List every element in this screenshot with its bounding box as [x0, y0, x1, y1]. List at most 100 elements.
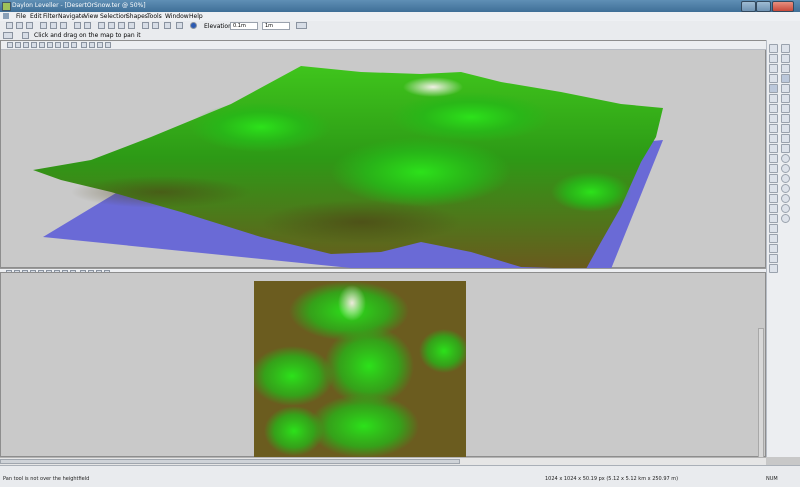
tool-dot5-icon[interactable]: [781, 194, 790, 203]
tool-plateau-icon[interactable]: [781, 144, 790, 153]
tool-smooth-icon[interactable]: [769, 114, 778, 123]
tool-rotate-icon[interactable]: [781, 114, 790, 123]
tool-sliders-icon[interactable]: [769, 244, 778, 253]
tool-rect-icon[interactable]: [781, 84, 790, 93]
app-icon: [2, 2, 11, 11]
heightfield-map[interactable]: [254, 281, 466, 459]
status-num: NUM: [766, 476, 778, 482]
open-folder-icon[interactable]: [16, 22, 23, 29]
tool-hex-icon[interactable]: [769, 204, 778, 213]
tool-arrow-icon[interactable]: [769, 44, 778, 53]
palette-icon[interactable]: [176, 22, 183, 29]
tool-crater-icon[interactable]: [769, 124, 778, 133]
tool-road-icon[interactable]: [781, 134, 790, 143]
tool-dot7-icon[interactable]: [781, 214, 790, 223]
tool-eyedropper-icon[interactable]: [769, 64, 778, 73]
menu-bar: File Edit Filter Navigate View Selection…: [0, 12, 800, 21]
status-message: Pan tool is not over the heightfield: [3, 476, 90, 482]
ridge-south: [309, 394, 419, 458]
zoom-out-icon[interactable]: [118, 22, 125, 29]
shadow-2: [71, 176, 251, 208]
menu-file[interactable]: File: [16, 13, 26, 20]
hill-ridge: [391, 92, 551, 142]
menu-window[interactable]: Window: [165, 13, 189, 20]
heightfield-view[interactable]: [0, 272, 766, 459]
camera-icon[interactable]: [164, 22, 171, 29]
tool-brush-icon[interactable]: [769, 94, 778, 103]
perspective-view[interactable]: [0, 40, 767, 268]
grid-icon[interactable]: [142, 22, 149, 29]
save-icon[interactable]: [26, 22, 33, 29]
tool-grid-icon[interactable]: [769, 224, 778, 233]
menu-shapes[interactable]: Shapes: [126, 13, 148, 20]
menu-app-icon[interactable]: [3, 13, 9, 19]
snow-peak: [403, 77, 463, 97]
tool-scissors-icon[interactable]: [781, 64, 790, 73]
close-button[interactable]: [772, 1, 794, 12]
tool-warp-icon[interactable]: [769, 214, 778, 223]
undo-icon[interactable]: [74, 22, 81, 29]
tool-stamp-icon[interactable]: [769, 234, 778, 243]
tool-hand-icon[interactable]: [781, 74, 790, 83]
tool-lasso-icon[interactable]: [781, 44, 790, 53]
tool-river-icon[interactable]: [769, 144, 778, 153]
window-title: Daylon Leveller - [DesertOrSnow.ter @ 50…: [12, 2, 146, 9]
menu-filter[interactable]: Filter: [43, 13, 58, 20]
info-icon[interactable]: [190, 22, 197, 29]
snow-patch: [338, 285, 366, 321]
tool-mountain-icon[interactable]: [769, 54, 778, 63]
tool-grid2-icon[interactable]: [769, 264, 778, 273]
tool-dot2-icon[interactable]: [781, 164, 790, 173]
maximize-button[interactable]: [756, 1, 771, 12]
apply-elevation-icon[interactable]: [296, 22, 307, 29]
layers-icon[interactable]: [152, 22, 159, 29]
horizontal-scroll-thumb[interactable]: [0, 459, 460, 464]
hill-right: [551, 172, 631, 212]
zoom-in-icon[interactable]: [108, 22, 115, 29]
tool-dot4-icon[interactable]: [781, 184, 790, 193]
print-icon[interactable]: [98, 22, 105, 29]
tool-select-icon[interactable]: [781, 54, 790, 63]
tool-lower-icon[interactable]: [781, 104, 790, 113]
tool-palette: [766, 40, 800, 457]
ridge-center: [324, 326, 414, 406]
status-dimensions: 1024 x 1024 x 50.19 px (5.12 x 5.12 km x…: [545, 476, 679, 482]
copy-icon[interactable]: [50, 22, 57, 29]
tool-dot6-icon[interactable]: [781, 204, 790, 213]
tool-path-icon[interactable]: [769, 134, 778, 143]
cut-icon[interactable]: [40, 22, 47, 29]
tool-ellipse-icon[interactable]: [781, 94, 790, 103]
new-file-icon[interactable]: [6, 22, 13, 29]
tool-hint: Click and drag on the map to pan it: [34, 32, 141, 39]
paste-icon[interactable]: [60, 22, 67, 29]
move-icon[interactable]: [128, 22, 135, 29]
status-bar: Pan tool is not over the heightfield 102…: [0, 465, 800, 487]
tool-dots-icon[interactable]: [769, 254, 778, 263]
tool-erode-icon[interactable]: [769, 174, 778, 183]
minimize-button[interactable]: [741, 1, 756, 12]
tool-cone-icon[interactable]: [769, 154, 778, 163]
hill-left: [191, 102, 331, 152]
tool-zoom-icon[interactable]: [769, 74, 778, 83]
pencil-icon[interactable]: [22, 32, 29, 39]
menu-selection[interactable]: Selection: [100, 13, 128, 20]
redo-icon[interactable]: [84, 22, 91, 29]
tool-circle-icon[interactable]: [781, 124, 790, 133]
terrain-3d-render: [33, 66, 663, 268]
tool-dot-icon[interactable]: [781, 154, 790, 163]
elevation-high-field[interactable]: 1m: [262, 22, 290, 30]
elevation-low-field[interactable]: 0.1m: [230, 22, 258, 30]
menu-help[interactable]: Help: [189, 13, 203, 20]
tool-raise-icon[interactable]: [769, 104, 778, 113]
tool-pan-icon[interactable]: [769, 84, 778, 93]
vertical-scrollbar[interactable]: [758, 328, 764, 458]
menu-navigate[interactable]: Navigate: [58, 13, 85, 20]
pan-mode-icon[interactable]: [3, 32, 13, 39]
tool-square-icon[interactable]: [769, 194, 778, 203]
tool-noise-icon[interactable]: [769, 184, 778, 193]
tool-dot3-icon[interactable]: [781, 174, 790, 183]
menu-view[interactable]: View: [84, 13, 98, 20]
tool-fill-icon[interactable]: [769, 164, 778, 173]
menu-edit[interactable]: Edit: [30, 13, 42, 20]
menu-tools[interactable]: Tools: [147, 13, 162, 20]
